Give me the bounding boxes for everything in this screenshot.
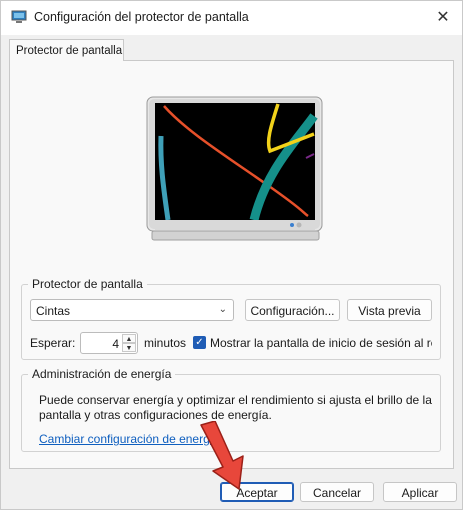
wait-minutes-stepper[interactable]: 4 ▲ ▼: [80, 332, 138, 354]
close-icon: ✕: [436, 9, 450, 26]
screensaver-select[interactable]: Cintas ⌄: [30, 299, 234, 321]
resume-checkbox[interactable]: ✓: [193, 336, 206, 349]
title-bar[interactable]: Configuración del protector de pantalla …: [1, 1, 462, 35]
screensaver-select-value: Cintas: [36, 304, 71, 318]
screensaver-settings-dialog: Configuración del protector de pantalla …: [0, 0, 463, 510]
stepper-down-button[interactable]: ▼: [122, 343, 136, 352]
wait-label: Esperar:: [30, 336, 76, 350]
window-title: Configuración del protector de pantalla: [34, 10, 249, 24]
screensaver-group-label: Protector de pantalla: [28, 277, 147, 291]
cancel-button[interactable]: Cancelar: [300, 482, 374, 502]
wait-minutes-value: 4: [112, 337, 119, 351]
tab-panel: Protector de pantalla Cintas ⌄ Configura…: [9, 60, 454, 469]
screensaver-group: Protector de pantalla Cintas ⌄ Configura…: [21, 277, 441, 360]
close-button[interactable]: ✕: [430, 5, 456, 29]
screensaver-settings-icon: [11, 10, 27, 23]
resume-checkbox-label[interactable]: Mostrar la pantalla de inicio de sesión …: [210, 336, 432, 350]
stepper-arrows: ▲ ▼: [122, 334, 136, 352]
apply-button[interactable]: Aplicar: [383, 482, 457, 502]
power-description: Puede conservar energía y optimizar el r…: [39, 393, 432, 422]
settings-button[interactable]: Configuración...: [245, 299, 340, 321]
tab-protector-de-pantalla[interactable]: Protector de pantalla: [9, 39, 124, 61]
minutes-label: minutos: [144, 336, 187, 350]
power-group-label: Administración de energía: [28, 367, 176, 381]
stepper-up-button[interactable]: ▲: [122, 334, 136, 343]
red-arrow-pointer-icon: [200, 421, 244, 490]
monitor-preview: [146, 96, 323, 241]
chevron-down-icon: ⌄: [218, 304, 227, 315]
preview-button[interactable]: Vista previa: [347, 299, 432, 321]
